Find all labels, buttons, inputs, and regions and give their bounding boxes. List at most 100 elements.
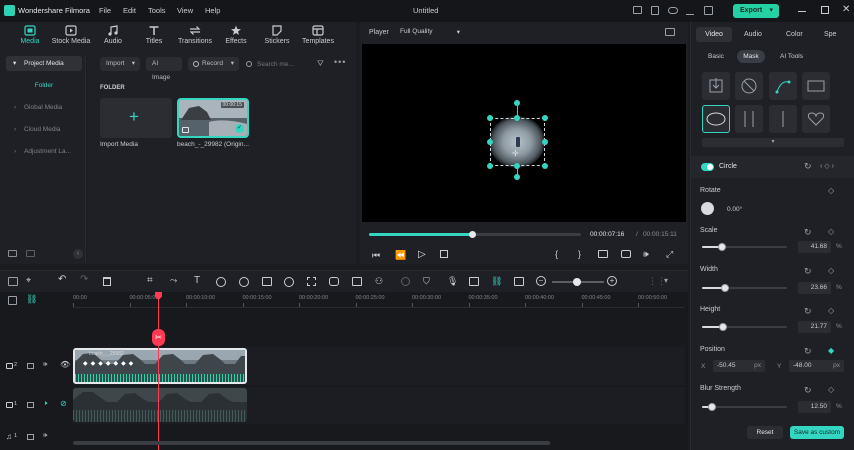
sidebar-item-adjustment-layer[interactable]: Adjustment La... — [6, 144, 82, 159]
position-y-input[interactable]: -48.00 px — [789, 360, 844, 372]
mask-line-button[interactable] — [769, 105, 797, 133]
tab-stickers[interactable]: Stickers — [255, 25, 299, 45]
height-slider-handle[interactable] — [719, 323, 728, 331]
tab-video[interactable]: Video — [696, 27, 732, 42]
reset-icon[interactable]: ↻ — [804, 385, 812, 396]
blur-slider[interactable] — [702, 403, 787, 411]
video-clip-track-2[interactable]: ◆◆◆◆◆◆◆ beach_-_29982 — [73, 348, 247, 384]
play-icon[interactable]: ▷ — [418, 249, 426, 260]
link-track-icon[interactable]: ⛓ — [491, 276, 502, 287]
color-icon[interactable] — [239, 277, 249, 287]
subtab-ai-tools[interactable]: AI Tools — [780, 50, 803, 63]
mark-out-icon[interactable]: } — [578, 249, 581, 259]
keyframe-icon[interactable]: ◇ — [828, 186, 834, 195]
filter-icon[interactable]: ⛛ — [317, 59, 324, 69]
sidebar-item-cloud-media[interactable]: Cloud Media — [6, 122, 82, 137]
mask-handle-bottom-right[interactable] — [542, 163, 548, 169]
camera-icon[interactable] — [621, 250, 631, 258]
quality-dropdown[interactable]: Full Quality ▾ — [400, 28, 460, 36]
speaker-muted-icon[interactable]: 🕨 — [43, 400, 47, 408]
height-slider[interactable] — [702, 323, 787, 331]
previous-frame-icon[interactable]: ⏮ — [372, 250, 380, 261]
motion-tracking-icon[interactable] — [329, 277, 339, 286]
new-folder-icon[interactable] — [8, 250, 17, 257]
crop-icon[interactable]: ⌗ — [147, 275, 153, 286]
keyframe-icon[interactable]: ◇ — [828, 266, 834, 275]
ai-icon[interactable]: ⚇ — [375, 276, 383, 287]
tab-media[interactable]: Media — [8, 25, 52, 45]
mask-single-line-button[interactable] — [735, 105, 763, 133]
split-scissors-icon[interactable]: ✂ — [152, 329, 165, 346]
tab-transitions[interactable]: Transitions — [173, 25, 217, 45]
reset-icon[interactable]: ↻ — [804, 161, 812, 172]
record-voice-icon[interactable] — [401, 277, 410, 286]
fullscreen-crop-icon[interactable] — [307, 277, 316, 286]
sidebar-item-project-media[interactable]: ▾ Project Media — [6, 56, 82, 71]
zoom-out-icon[interactable]: − — [536, 276, 546, 286]
mask-handle-top-right[interactable] — [542, 115, 548, 121]
duration-icon[interactable] — [216, 277, 226, 287]
mask-handle-left[interactable] — [487, 139, 493, 145]
add-track-icon[interactable] — [8, 296, 17, 305]
menu-tools[interactable]: Tools — [148, 6, 166, 15]
folder-icon[interactable] — [27, 402, 34, 408]
menu-help[interactable]: Help — [205, 6, 220, 15]
play-backward-icon[interactable]: ⏪ — [395, 250, 406, 261]
mask-draw-button[interactable] — [769, 72, 797, 100]
speaker-icon[interactable]: 🕪 — [43, 361, 47, 369]
eye-icon[interactable]: 👁 — [60, 360, 70, 369]
fullscreen-icon[interactable]: ⤢ — [666, 249, 673, 260]
more-options-icon[interactable]: ••• — [334, 57, 346, 67]
rotate-dial[interactable] — [701, 202, 714, 215]
collapse-panel-icon[interactable]: ‹ — [73, 249, 83, 259]
reset-icon[interactable]: ↻ — [804, 306, 812, 317]
cloud-icon[interactable] — [668, 7, 678, 14]
menu-view[interactable]: View — [177, 6, 193, 15]
blur-input[interactable]: 12.50 — [798, 401, 831, 413]
folder-icon[interactable] — [27, 434, 34, 440]
mask-circle-button[interactable] — [702, 105, 730, 133]
text-icon[interactable]: T — [194, 275, 200, 286]
zoom-slider-handle[interactable] — [573, 278, 581, 286]
sidebar-item-folder[interactable]: Folder — [6, 78, 82, 93]
keyframe-icon[interactable]: ◇ — [828, 385, 834, 394]
position-x-input[interactable]: -50.45 px — [713, 360, 765, 372]
speed-icon[interactable]: ⤳ — [170, 275, 177, 286]
search-input[interactable] — [257, 58, 307, 70]
undo-icon[interactable]: ↶ — [58, 274, 66, 285]
redo-icon[interactable]: ↷ — [80, 274, 88, 285]
scale-slider-handle[interactable] — [717, 243, 726, 251]
width-input[interactable]: 23.66 — [798, 282, 831, 294]
save-icon[interactable] — [651, 6, 659, 15]
keyframe-icon[interactable]: ◇ — [828, 227, 834, 236]
download-icon[interactable] — [686, 6, 694, 15]
link-icon[interactable]: ⛓ — [26, 294, 37, 305]
green-screen-icon[interactable] — [262, 277, 272, 286]
tab-effects[interactable]: Effects — [214, 25, 258, 45]
keyframe-active-icon[interactable]: ◆ — [828, 346, 834, 355]
subtab-mask[interactable]: Mask — [737, 50, 765, 63]
scale-input[interactable]: 41.68 — [798, 241, 831, 253]
mask-handle-top-left[interactable] — [487, 115, 493, 121]
reset-icon[interactable]: ↻ — [804, 227, 812, 238]
split-screen-icon[interactable] — [514, 277, 524, 286]
tab-titles[interactable]: Titles — [132, 25, 176, 45]
folder-icon[interactable] — [27, 363, 34, 369]
timeline-ruler[interactable]: 00:00 00:00:05:00 00:00:10:00 00:00:15:00 00… — [73, 292, 685, 308]
player-progress-bar[interactable] — [369, 231, 581, 238]
subtab-basic[interactable]: Basic — [708, 50, 724, 63]
maximize-icon[interactable] — [821, 6, 829, 14]
mask-rectangle-button[interactable] — [802, 72, 830, 100]
sidebar-item-global-media[interactable]: Global Media — [6, 100, 82, 115]
keyframe-icon[interactable]: ◇ — [828, 306, 834, 315]
width-slider[interactable] — [702, 284, 787, 292]
timer-icon[interactable] — [284, 277, 294, 287]
zoom-in-icon[interactable]: + — [607, 276, 617, 286]
menu-file[interactable]: File — [99, 6, 111, 15]
mask-bounding-box[interactable] — [490, 118, 545, 166]
audio-mix-icon[interactable] — [469, 277, 479, 286]
blur-slider-handle[interactable] — [708, 403, 717, 411]
reset-icon[interactable]: ↻ — [804, 346, 812, 357]
zoom-slider[interactable] — [552, 278, 604, 286]
menu-edit[interactable]: Edit — [123, 6, 136, 15]
